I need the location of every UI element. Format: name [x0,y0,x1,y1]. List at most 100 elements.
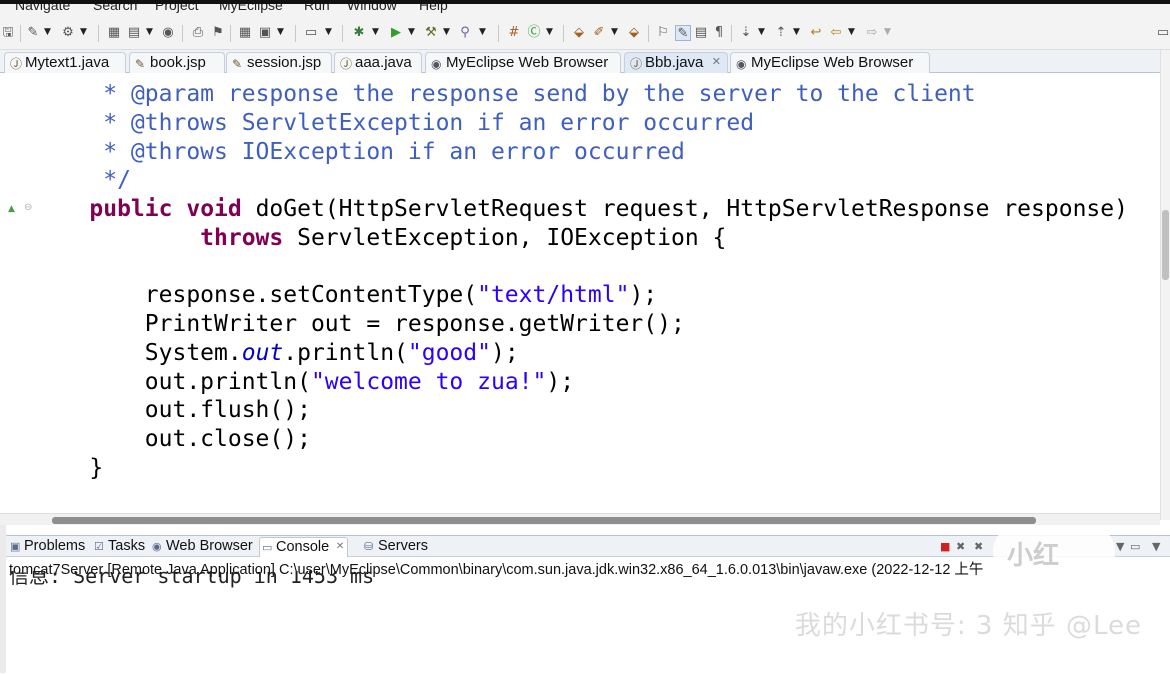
menu-window[interactable]: Window [347,4,397,13]
run-icon[interactable]: ▶ [388,25,404,41]
horizontal-scrollbar[interactable] [0,513,1160,525]
chevron-down-icon[interactable]: ▼ [1116,540,1124,553]
chevron-down-icon[interactable]: ▼ [80,26,90,38]
next-annotation-icon[interactable]: ⇣ [738,25,754,41]
code-token: throws [200,225,284,251]
chevron-down-icon[interactable]: ▼ [793,26,803,38]
tab-tasks[interactable]: ☑ Tasks [92,537,145,557]
code-token: doGet(HttpServletRequest request, HttpSe… [241,196,1128,222]
package-icon[interactable]: # [506,25,522,41]
toolbar-separator [20,25,21,42]
code-token: PrintWriter out = response.getWriter(); [34,311,685,337]
menu-navigate[interactable]: Navigate [15,4,70,13]
tab-myeclipse-web-browser-2[interactable]: ◉ MyEclipse Web Browser [730,52,930,73]
debug-icon[interactable]: ⚑ [210,25,226,41]
code-token: ); [629,282,658,308]
open-type-icon[interactable]: ⬙ [571,25,587,41]
tab-servers[interactable]: ⛁ Servers [362,537,428,557]
chevron-down-icon[interactable]: ▼ [758,26,768,38]
code-token: out.println( [34,369,311,395]
chevron-down-icon[interactable]: ▼ [325,26,335,38]
remove-all-icon[interactable]: ✖ [974,540,983,553]
perspective-icon[interactable]: ▭ [1155,25,1170,41]
pin-icon[interactable]: ⚐ [655,25,671,41]
tab-bbb-java[interactable]: Ⓙ Bbb.java ✕ [624,52,728,73]
tab-mytext1-java[interactable]: Ⓙ Mytext1.java [4,52,126,73]
tab-book-jsp[interactable]: ✎ book.jsp [129,52,225,73]
table-icon[interactable]: ▦ [237,25,253,41]
remove-launch-icon[interactable]: ✖ [956,540,965,553]
menu-myeclipse[interactable]: MyEclipse [219,4,283,13]
chevron-down-icon[interactable]: ▼ [408,26,418,38]
menu-run[interactable]: Run [304,4,330,13]
task-icon[interactable]: ⬙ [626,25,642,41]
code-line: System.out.println("good"); [34,339,519,367]
block-select-icon[interactable]: ▤ [693,25,709,41]
globe-icon: ◉ [431,57,442,71]
chevron-down-icon[interactable]: ▼ [546,26,556,38]
vertical-scroll-thumb[interactable] [1162,210,1169,280]
last-edit-icon[interactable]: ↩ [808,25,824,41]
close-icon[interactable]: ✕ [712,53,721,72]
external-tools-icon[interactable]: ⚒ [423,25,439,41]
chevron-down-icon[interactable]: ▼ [277,26,287,38]
open-console-icon[interactable]: ▭ [1130,540,1140,553]
window-icon[interactable]: ▭ [303,25,319,41]
chevron-down-icon[interactable]: ▼ [146,26,156,38]
code-editor[interactable]: ▲ ⊖ * @param response the response send … [0,73,1160,513]
fold-icon[interactable]: ⊖ [24,202,32,213]
tab-session-jsp[interactable]: ✎ session.jsp [226,52,332,73]
chevron-down-icon[interactable]: ▼ [1152,540,1160,553]
forward-icon[interactable]: ⇨ [864,25,880,41]
horizontal-scroll-thumb[interactable] [52,517,1036,524]
project-icon[interactable]: ▦ [106,25,122,41]
close-icon[interactable]: ✕ [336,537,344,556]
toolbar-separator [563,25,564,42]
chevron-down-icon[interactable]: ▼ [848,26,858,38]
new-server-icon[interactable]: ✎ [25,25,41,41]
menu-help[interactable]: Help [419,4,448,13]
highlight-icon[interactable]: ✎ [675,25,691,41]
tab-aaa-java[interactable]: Ⓙ aaa.java [334,52,422,73]
vertical-scrollbar[interactable] [1160,50,1170,520]
code-line: * @throws IOException if an error occurr… [34,138,685,166]
toolbar-separator [295,25,296,42]
deploy-icon[interactable]: ⚙ [60,25,76,41]
chevron-down-icon[interactable]: ▼ [611,26,621,38]
tab-problems[interactable]: ▣ Problems [8,537,85,557]
bug-icon[interactable]: ✱ [351,25,367,41]
tab-web-browser[interactable]: ◉ Web Browser [150,537,253,557]
chevron-down-icon[interactable]: ▼ [372,26,382,38]
jsp-file-icon: ✎ [135,57,146,71]
toolbar-separator [648,25,649,42]
whitespace-icon[interactable]: ¶ [711,25,727,41]
chevron-down-icon[interactable]: ▼ [44,26,54,38]
chevron-down-icon[interactable]: ▼ [443,26,453,38]
tab-myeclipse-web-browser[interactable]: ◉ MyEclipse Web Browser [425,52,621,73]
globe-icon[interactable]: ◉ [160,25,176,41]
print-icon[interactable]: ⎙ [190,25,206,41]
search-icon[interactable]: ⚲ [457,25,473,41]
menu-project[interactable]: Project [155,4,199,13]
pencil-icon[interactable]: ✐ [591,25,607,41]
back-icon[interactable]: ⇦ [828,25,844,41]
menu-search[interactable]: Search [93,4,137,13]
file-icon[interactable]: ▤ [126,25,142,41]
code-token: * @throws ServletException if an error o… [34,110,755,136]
chevron-down-icon[interactable]: ▼ [884,26,894,38]
tab-label: Console [276,539,330,555]
image-icon[interactable]: ▣ [257,25,273,41]
save-all-icon[interactable]: 🖫 [0,25,16,41]
code-token: * @throws IOException if an error occurr… [34,139,685,165]
class-icon[interactable]: Ⓒ [526,25,542,41]
terminate-icon[interactable]: ■ [940,540,950,553]
chevron-down-icon[interactable]: ▼ [479,26,489,38]
editor-tab-bar: Ⓙ Mytext1.java ✎ book.jsp ✎ session.jsp … [0,50,1170,73]
tab-console[interactable]: ▭ Console ✕ [259,537,349,557]
code-token: System. [34,340,242,366]
prev-annotation-icon[interactable]: ⇡ [773,25,789,41]
globe-icon: ◉ [736,57,747,71]
code-line: out.flush(); [34,396,311,424]
